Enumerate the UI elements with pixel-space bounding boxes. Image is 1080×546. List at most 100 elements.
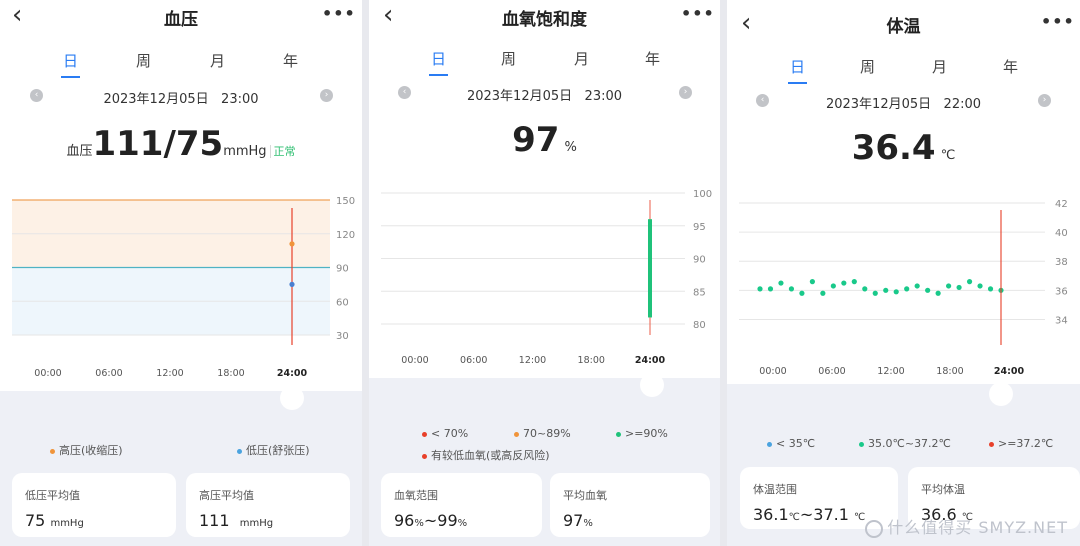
x-tick-label: 00:00 <box>34 368 61 379</box>
card-value: 96%~99% <box>394 511 467 530</box>
card-high-avg: 高压平均值 111 mmHg <box>186 473 350 537</box>
spo2-panel: ‹ 血氧饱和度 ••• 日 周 月 年 ‹ 2023年12月05日 23:00 … <box>369 0 720 546</box>
x-tick-label: 12:00 <box>519 355 546 366</box>
x-tick-label: 18:00 <box>217 368 244 379</box>
temp-point <box>757 286 763 292</box>
card-spo2-avg: 平均血氧 97% <box>550 473 710 537</box>
y-tick-label: 42 <box>1055 199 1068 210</box>
temp-panel: ‹ 体温 ••• 日 周 月 年 ‹ 2023年12月05日 22:00 › 3… <box>727 0 1080 546</box>
temp-point <box>893 289 899 295</box>
temp-point <box>966 279 973 285</box>
y-tick-label: 95 <box>693 222 706 233</box>
y-tick-label: 90 <box>336 264 349 275</box>
temp-point <box>788 286 795 292</box>
temp-point <box>946 283 952 289</box>
value: 96 <box>394 511 415 530</box>
card-label: 血氧范围 <box>394 489 438 502</box>
card-label: 平均体温 <box>921 483 965 496</box>
legend-risk: 有较低血氧(或高反风险) <box>422 447 550 463</box>
value: 36.1 <box>753 505 789 524</box>
dot-icon <box>50 448 55 454</box>
y-tick-label: 60 <box>336 297 349 308</box>
temp-chart: 42 40 38 36 34 00:00 06:00 12:00 18:00 24:00 <box>739 199 1068 377</box>
unit: ℃ <box>853 512 866 523</box>
dot-icon <box>514 431 519 437</box>
card-label: 平均血氧 <box>563 489 607 502</box>
legend-label: < 35℃ <box>776 437 816 450</box>
card-value: 75 mmHg <box>25 511 84 530</box>
temp-point <box>820 290 826 296</box>
temp-point <box>767 286 774 292</box>
y-tick-label: 38 <box>1055 257 1068 268</box>
legend-normal: 35.0℃~37.2℃ <box>859 437 951 450</box>
temp-point <box>904 286 910 292</box>
legend-low: < 35℃ <box>767 437 815 450</box>
watermark-site: SMYZ.NET <box>978 518 1068 537</box>
divider <box>362 0 369 546</box>
dot-icon <box>422 431 427 437</box>
card-low-avg: 低压平均值 75 mmHg <box>12 473 176 537</box>
legend-label: 有较低血氧(或高反风险) <box>431 449 550 462</box>
unit: % <box>414 518 424 529</box>
temp-point <box>987 286 994 292</box>
temp-point <box>862 286 868 292</box>
legend-high-label: 高压(收缩压) <box>59 444 123 457</box>
legend-very-low: < 70% <box>422 427 468 440</box>
value: 99 <box>437 511 458 530</box>
legend-label: >=90% <box>625 427 668 440</box>
x-tick-label: 00:00 <box>401 355 428 366</box>
y-tick-label: 80 <box>693 320 706 331</box>
value: 75 <box>25 511 46 530</box>
temp-point <box>977 283 983 289</box>
dot-icon <box>859 441 864 447</box>
temp-point <box>883 287 889 293</box>
legend-high: 高压(收缩压) <box>50 442 123 458</box>
value: 97 <box>563 511 584 530</box>
spo2-chart: 100 95 90 85 80 00:00 06:00 12:00 18:00 24:00 <box>381 189 712 366</box>
separator: ~ <box>423 511 438 530</box>
x-tick-label: 24:00 <box>635 355 666 366</box>
dot-icon <box>989 441 994 447</box>
temp-point <box>841 280 847 286</box>
separator: ~ <box>799 505 814 524</box>
y-tick-label: 150 <box>336 196 355 207</box>
card-label: 低压平均值 <box>25 489 80 502</box>
x-tick-label: 18:00 <box>578 355 605 366</box>
temp-point <box>956 284 962 291</box>
temp-point <box>799 290 805 296</box>
divider <box>720 0 727 546</box>
unit: ℃ <box>788 512 800 523</box>
x-tick-label: 12:00 <box>156 368 183 379</box>
bp-chart: 150 120 90 60 30 00:00 06:00 12:00 18:00 24:00 <box>12 196 355 379</box>
bp-low-point <box>289 281 295 287</box>
unit: mmHg <box>50 518 84 529</box>
legend-label: < 70% <box>431 427 469 440</box>
card-value: 111 mmHg <box>199 511 273 530</box>
legend-low: 低压(舒张压) <box>237 442 310 458</box>
y-tick-label: 85 <box>693 287 706 298</box>
x-tick-label: 24:00 <box>994 366 1025 377</box>
x-tick-label: 18:00 <box>936 366 963 377</box>
y-tick-label: 30 <box>336 331 349 342</box>
dot-icon <box>237 448 242 454</box>
temp-point <box>872 290 878 296</box>
x-tick-label: 24:00 <box>277 368 308 379</box>
watermark: 什么值得买 SMYZ.NET <box>865 514 1068 538</box>
temp-point <box>935 290 941 296</box>
x-tick-label: 06:00 <box>95 368 122 379</box>
y-tick-label: 34 <box>1055 315 1068 326</box>
legend-label: 70~89% <box>523 427 571 440</box>
temp-point <box>809 279 815 285</box>
card-label: 高压平均值 <box>199 489 254 502</box>
y-tick-label: 90 <box>693 255 706 266</box>
bp-panel: ‹ 血压 ••• 日 周 月 年 ‹ 2023年12月05日 23:00 › 血… <box>0 0 362 546</box>
dot-icon <box>767 441 772 447</box>
x-tick-label: 12:00 <box>877 366 904 377</box>
value: 111 <box>199 511 230 530</box>
y-tick-label: 40 <box>1055 228 1068 239</box>
legend-label: >=37.2℃ <box>998 437 1054 450</box>
y-tick-label: 36 <box>1055 286 1068 297</box>
legend-normal: >=90% <box>616 427 668 440</box>
y-tick-label: 120 <box>336 230 355 241</box>
unit: % <box>457 518 468 529</box>
